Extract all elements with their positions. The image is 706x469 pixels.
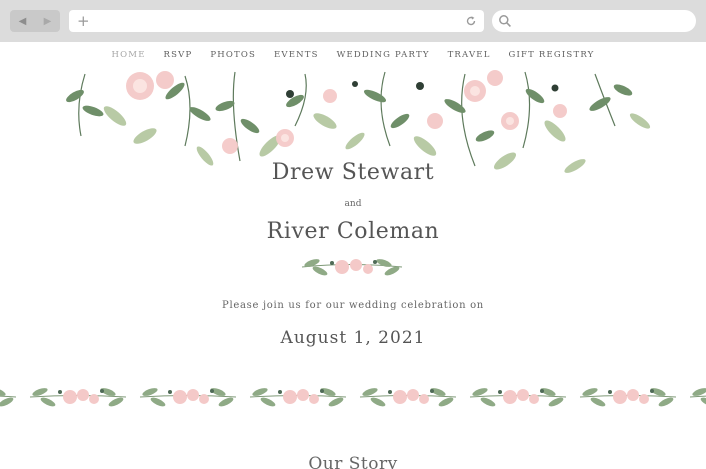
- address-bar[interactable]: +: [69, 10, 484, 32]
- nav-travel[interactable]: TRAVEL: [448, 50, 491, 60]
- wedding-date: August 1, 2021: [280, 328, 426, 348]
- nav-gift-registry[interactable]: GIFT REGISTRY: [508, 50, 594, 60]
- nav-rsvp[interactable]: RSVP: [164, 50, 193, 60]
- forward-button[interactable]: ▶: [35, 10, 60, 32]
- search-bar[interactable]: [492, 10, 696, 32]
- browser-toolbar: ◀ ▶ +: [0, 0, 706, 42]
- invitation-text: Please join us for our wedding celebrati…: [222, 300, 484, 311]
- plus-icon[interactable]: +: [77, 12, 90, 30]
- and-separator: and: [344, 199, 362, 209]
- nav-photos[interactable]: PHOTOS: [210, 50, 256, 60]
- site-navigation: HOME RSVP PHOTOS EVENTS WEDDING PARTY TR…: [0, 50, 706, 60]
- floral-border-band: [0, 385, 706, 409]
- back-button[interactable]: ◀: [10, 10, 35, 32]
- forward-arrow-icon: ▶: [43, 15, 52, 27]
- search-icon: [499, 15, 511, 27]
- history-buttons: ◀ ▶: [10, 10, 60, 32]
- partner-two-name: River Coleman: [266, 219, 440, 244]
- back-arrow-icon: ◀: [18, 15, 27, 27]
- our-story-heading: Our Story: [308, 454, 398, 469]
- nav-events[interactable]: EVENTS: [274, 50, 319, 60]
- floral-divider-icon: [301, 259, 403, 276]
- reload-icon[interactable]: [465, 15, 477, 27]
- nav-wedding-party[interactable]: WEDDING PARTY: [337, 50, 430, 60]
- nav-home[interactable]: HOME: [112, 50, 146, 60]
- wedding-website: HOME RSVP PHOTOS EVENTS WEDDING PARTY TR…: [0, 42, 706, 469]
- partner-one-name: Drew Stewart: [271, 160, 435, 185]
- browser-window: ◀ ▶ + HOME RSVP PHOTOS EVENTS WEDDING PA…: [0, 0, 706, 469]
